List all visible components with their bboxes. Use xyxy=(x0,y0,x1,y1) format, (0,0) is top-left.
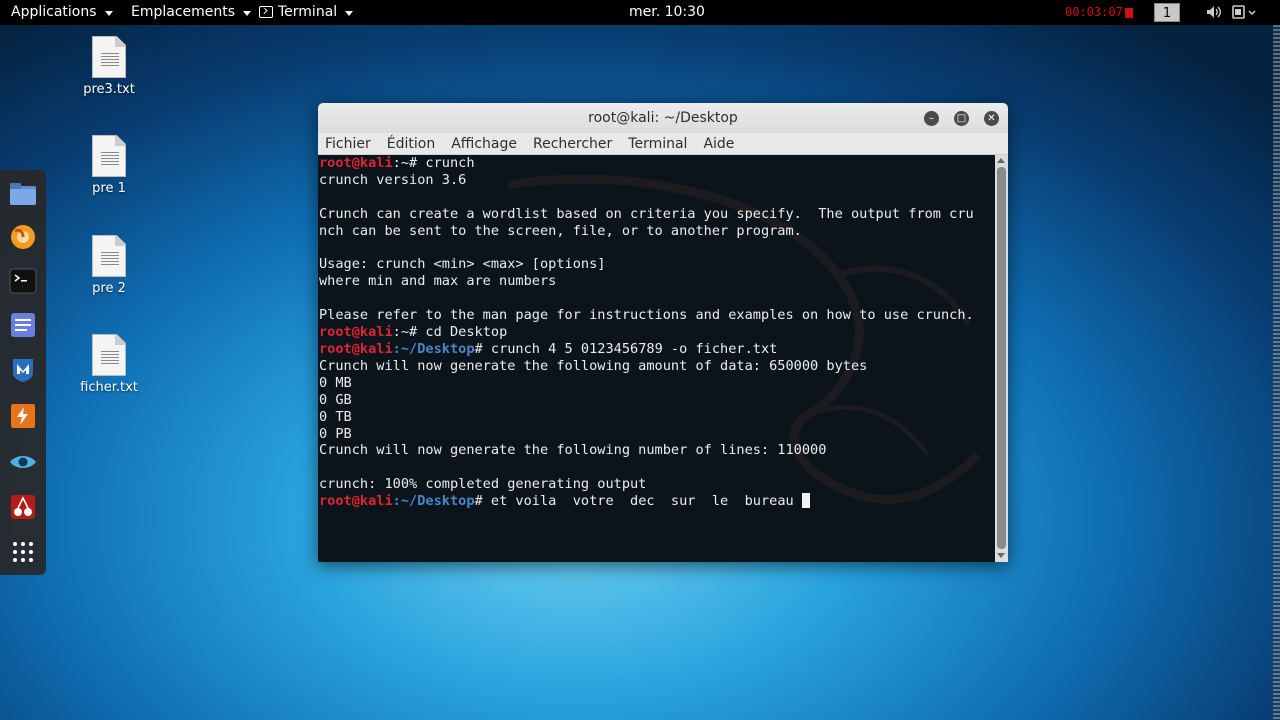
terminal-output[interactable]: root@kali:~# crunch crunch version 3.6 Cr… xyxy=(318,155,995,562)
scroll-up-icon[interactable] xyxy=(997,158,1005,163)
chevron-down-icon xyxy=(345,10,354,16)
output-line: Crunch can create a wordlist based on cr… xyxy=(319,205,974,222)
screen-edge-artifact xyxy=(1273,25,1280,720)
terminal-icon[interactable] xyxy=(9,267,37,295)
chevron-down-icon xyxy=(243,10,252,16)
menu-terminal[interactable]: Terminal xyxy=(628,136,687,152)
output-line: Crunch will now generate the following n… xyxy=(319,442,827,459)
files-icon[interactable] xyxy=(9,180,37,208)
file-label: pre3.txt xyxy=(83,82,135,97)
prompt-line: root@kali:~/Desktop# crunch 4 5 01234567… xyxy=(319,341,974,358)
output-line: Crunch will now generate the following a… xyxy=(319,357,868,374)
output-line: Please refer to the man page for instruc… xyxy=(319,307,974,324)
places-menu[interactable]: Emplacements xyxy=(131,4,252,20)
command-text: # et voila votre dec sur le bureau xyxy=(474,493,802,510)
firefox-icon[interactable] xyxy=(9,223,37,251)
command-text: # crunch 4 5 0123456789 -o ficher.txt xyxy=(474,340,778,357)
menu-affichage[interactable]: Affichage xyxy=(451,136,517,152)
prompt-user: root@kali xyxy=(319,340,393,357)
prompt-path: :~ xyxy=(392,324,410,341)
prompt-path: :~ xyxy=(392,155,410,171)
file-label: ficher.txt xyxy=(80,380,138,395)
dock xyxy=(0,170,46,575)
terminal-app-menu[interactable]: Terminal xyxy=(259,4,354,20)
menubar: Fichier Édition Affichage Rechercher Ter… xyxy=(318,133,1008,155)
desktop-file-pre2[interactable]: pre 2 xyxy=(64,235,154,296)
output-line: where min and max are numbers xyxy=(319,273,557,290)
prompt-line: root@kali:~# cd Desktop xyxy=(319,324,974,341)
text-file-icon xyxy=(92,334,126,376)
top-panel: Applications Emplacements Terminal mer. … xyxy=(0,0,1280,25)
prompt-user: root@kali xyxy=(319,493,393,510)
app-grid-icon[interactable] xyxy=(9,538,37,566)
workspace-indicator[interactable]: 1 xyxy=(1154,3,1180,22)
prompt-user: root@kali xyxy=(319,155,393,171)
eye-icon[interactable] xyxy=(9,448,37,476)
clock[interactable]: mer. 10:30 xyxy=(629,4,705,20)
command-text: # crunch xyxy=(409,155,475,171)
output-line: 0 GB xyxy=(319,391,352,408)
file-label: pre 1 xyxy=(92,181,126,196)
output-line: nch can be sent to the screen, file, or … xyxy=(319,222,802,239)
window-titlebar[interactable]: root@kali: ~/Desktop – □ ✕ xyxy=(318,103,1008,133)
command-text: # cd Desktop xyxy=(409,324,508,341)
menu-rechercher[interactable]: Rechercher xyxy=(533,136,612,152)
cherrytree-icon[interactable] xyxy=(9,493,37,521)
record-icon xyxy=(1124,7,1133,18)
burpsuite-icon[interactable] xyxy=(9,402,37,430)
output-line: 0 PB xyxy=(319,425,352,442)
desktop-file-pre3[interactable]: pre3.txt xyxy=(64,36,154,97)
menu-aide[interactable]: Aide xyxy=(703,136,734,152)
window-title: root@kali: ~/Desktop xyxy=(588,110,738,126)
power-icon[interactable] xyxy=(1232,5,1258,19)
applications-label: Applications xyxy=(11,4,97,20)
terminal-scrollbar[interactable] xyxy=(995,155,1008,562)
text-file-icon xyxy=(92,36,126,78)
prompt-user: root@kali xyxy=(319,324,393,341)
volume-icon[interactable] xyxy=(1206,5,1222,19)
close-button[interactable]: ✕ xyxy=(984,111,999,126)
prompt-path: :~/Desktop xyxy=(392,340,475,357)
prompt-line: root@kali:~# crunch xyxy=(319,155,974,172)
output-line: crunch: 100% completed generating output xyxy=(319,476,647,493)
terminal-window[interactable]: root@kali: ~/Desktop – □ ✕ Fichier Éditi… xyxy=(318,103,1008,562)
text-file-icon xyxy=(92,135,126,177)
prompt-line: root@kali:~/Desktop# et voila votre dec … xyxy=(319,493,974,510)
menu-edition[interactable]: Édition xyxy=(387,136,435,152)
output-line: 0 MB xyxy=(319,374,352,391)
output-line: 0 TB xyxy=(319,408,352,425)
desktop-file-ficher[interactable]: ficher.txt xyxy=(64,334,154,395)
places-label: Emplacements xyxy=(131,4,236,20)
recording-indicator[interactable]: 00:03:07 xyxy=(1065,5,1133,19)
terminal-icon xyxy=(259,6,273,18)
recording-time: 00:03:07 xyxy=(1065,5,1123,19)
minimize-button[interactable]: – xyxy=(924,111,939,126)
terminal-app-label: Terminal xyxy=(278,4,338,20)
chevron-down-icon xyxy=(104,10,113,16)
output-line: Usage: crunch <min> <max> [options] xyxy=(319,256,606,273)
menu-fichier[interactable]: Fichier xyxy=(325,136,371,152)
scroll-down-icon[interactable] xyxy=(997,553,1005,558)
scrollbar-thumb[interactable] xyxy=(997,167,1006,549)
terminal-lines: root@kali:~# crunch crunch version 3.6 Cr… xyxy=(319,155,974,510)
metasploit-icon[interactable] xyxy=(9,356,37,384)
text-editor-icon[interactable] xyxy=(9,311,37,339)
file-label: pre 2 xyxy=(92,281,126,296)
prompt-path: :~/Desktop xyxy=(392,493,475,510)
maximize-button[interactable]: □ xyxy=(954,111,969,126)
text-file-icon xyxy=(92,235,126,277)
desktop-file-pre1[interactable]: pre 1 xyxy=(64,135,154,196)
output-line: crunch version 3.6 xyxy=(319,171,467,188)
text-cursor xyxy=(801,493,810,509)
applications-menu[interactable]: Applications xyxy=(11,4,113,20)
